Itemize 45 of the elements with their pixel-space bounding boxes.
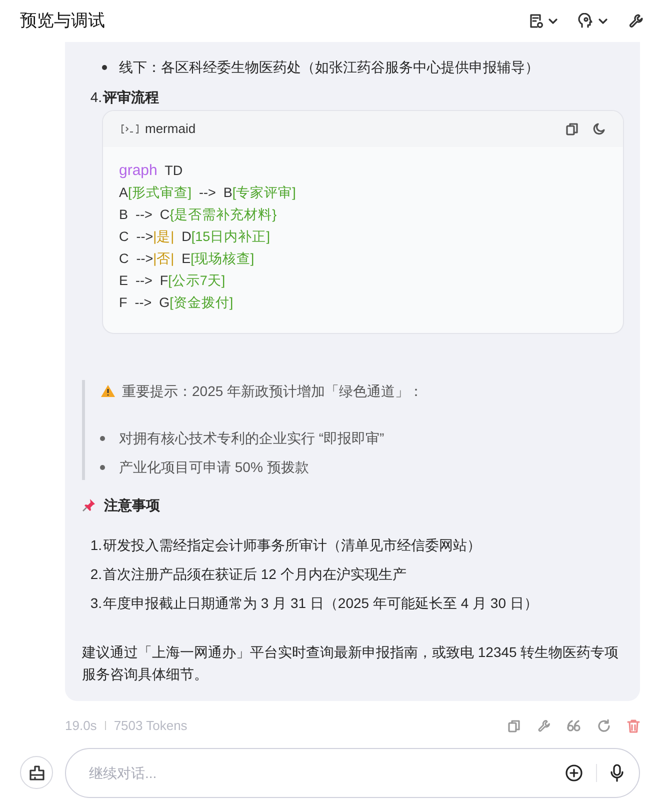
list-number: 2. — [89, 565, 102, 584]
panel-title: 预览与调试 — [20, 10, 105, 32]
closing-paragraph: 建议通过「上海一网通办」平台实时查询最新申报指南，或致电 12345 转生物医药专项服务咨询具体细节。 — [82, 643, 620, 684]
list-item-text: 线下：各区科经委生物医药处（如张江药谷服务中心提供申报辅导） — [119, 58, 539, 77]
list-item-text: 首次注册产品须在获证后 12 个月内在沪实现生产 — [103, 565, 406, 584]
head-profile-icon — [578, 13, 594, 29]
refresh-icon[interactable] — [597, 718, 611, 733]
code-line: C -->|否| E[现场核查] — [119, 250, 256, 268]
brush-icon — [28, 764, 44, 780]
pushpin-icon — [82, 498, 96, 512]
code-line: C -->|是| D[15日内补正] — [119, 228, 271, 246]
list-item-text: 研发投入需经指定会计师事务所审计（清单见市经信委网站） — [103, 536, 481, 555]
notes-heading: 注意事项 — [104, 496, 160, 515]
add-icon[interactable] — [565, 764, 583, 782]
clear-context-button[interactable] — [20, 756, 53, 789]
chevron-down-icon — [548, 16, 558, 26]
code-line: B --> C{是否需补充材料} — [119, 206, 278, 224]
moon-icon[interactable] — [593, 123, 605, 135]
terminal-icon — [121, 124, 139, 134]
list-number: 3. — [89, 594, 102, 613]
wrench-icon[interactable] — [628, 13, 644, 29]
chevron-down-icon — [598, 16, 608, 26]
warning-icon — [100, 384, 116, 398]
list-item-text: 产业化项目可申请 50% 预拨款 — [119, 458, 309, 477]
token-count: 7503 Tokens — [114, 717, 188, 735]
code-line: E --> F[公示7天] — [119, 272, 226, 290]
code-line: F --> G[资金拨付] — [119, 294, 234, 312]
list-item-text: 对拥有核心技术专利的企业实行 “即报即审” — [119, 429, 384, 448]
document-settings-menu-button[interactable] — [528, 13, 558, 29]
callout-title: 重要提示：2025 年新政预计增加「绿色通道」： — [122, 382, 424, 401]
microphone-icon[interactable] — [610, 764, 624, 782]
list-item-text: 年度申报截止日期通常为 3 月 31 日（2025 年可能延长至 4 月 30 日） — [103, 594, 538, 613]
section-heading: 评审流程 — [103, 88, 159, 107]
message-input[interactable]: 继续对话... — [65, 748, 640, 798]
code-language: mermaid — [145, 120, 196, 138]
copy-icon[interactable] — [565, 122, 579, 136]
code-line: A[形式审查] --> B[专家评审] — [119, 184, 297, 202]
list-number: 4. — [89, 88, 102, 107]
list-number: 1. — [89, 536, 102, 555]
copy-icon[interactable] — [507, 718, 521, 733]
quote-icon[interactable] — [567, 720, 581, 732]
response-time: 19.0s — [65, 717, 97, 735]
document-gear-icon — [528, 13, 544, 29]
head-profile-menu-button[interactable] — [578, 13, 608, 29]
code-line: graph TD — [119, 161, 184, 181]
